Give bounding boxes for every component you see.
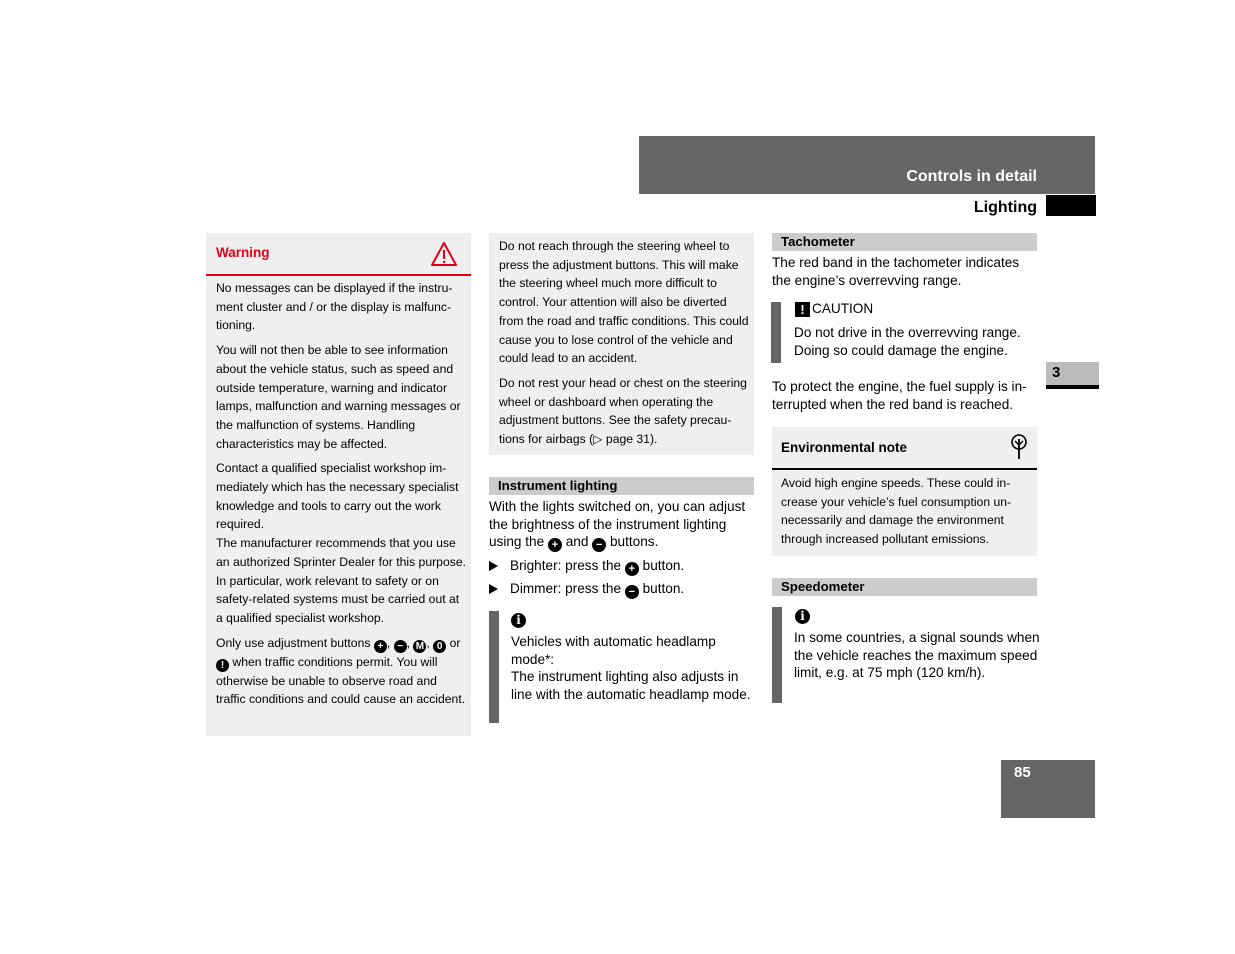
- tachometer-heading: Tachometer: [772, 233, 1037, 251]
- warning-paragraph: Contact a qualified specialist workshop …: [216, 461, 459, 532]
- warning-box: Warning No messages can be displayed if …: [206, 233, 471, 736]
- instrument-lighting-intro: With the lights switched on, you can adj…: [489, 499, 746, 552]
- chapter-number: 3: [1052, 364, 1061, 381]
- m-button-icon: M: [413, 639, 427, 653]
- section-marker: [1046, 195, 1096, 216]
- info-note-bar: [772, 607, 782, 703]
- environmental-note-box: Environmental note Avoid high engine spe…: [772, 427, 1037, 556]
- plus-button-icon: +: [373, 639, 387, 653]
- tachometer-fuel-text: To protect the engine, the fuel supply i…: [772, 379, 1027, 412]
- zero-button-icon: 0: [433, 639, 447, 653]
- speedometer-info: In some countries, a signal sounds when …: [794, 630, 1040, 680]
- info-icon: i: [511, 613, 526, 628]
- warning-continued-paragraph: Do not rest your head or chest on the st…: [499, 375, 747, 447]
- exclamation-icon: !: [795, 302, 810, 317]
- warning-header: Warning: [206, 233, 471, 276]
- section-title: Lighting: [973, 199, 1037, 216]
- phone-button-icon: !: [216, 658, 229, 672]
- environmental-note-title: Environmental note: [781, 440, 908, 455]
- environmental-note-text: Avoid high engine speeds. These could in…: [781, 476, 1012, 547]
- warning-triangle-icon: [431, 242, 457, 266]
- tachometer-text: The red band in the tachometer indicates…: [772, 255, 1020, 288]
- step-dimmer: Dimmer: press the − button.: [489, 580, 757, 599]
- warning-continued-box: Do not reach through the steering wheel …: [489, 233, 754, 455]
- instrument-lighting-heading: Instrument lighting: [489, 477, 754, 495]
- warning-title: Warning: [216, 245, 270, 260]
- warning-body: No messages can be displayed if the inst…: [216, 279, 466, 715]
- caution-text: Do not drive in the overrevving range. D…: [794, 325, 1021, 358]
- warning-continued-body: Do not reach through the steering wheel …: [499, 237, 749, 455]
- bullet-arrow-icon: [489, 584, 498, 594]
- minus-button-icon: −: [393, 639, 407, 653]
- warning-continued-paragraph: Do not reach through the steering wheel …: [499, 239, 749, 366]
- info-icon: i: [795, 609, 810, 624]
- plus-button-icon: +: [624, 562, 639, 576]
- info-note-bar: [489, 611, 499, 723]
- plus-button-icon: +: [547, 538, 562, 552]
- warning-paragraph: You will not then be able to see informa…: [216, 343, 461, 451]
- bullet-arrow-icon: [489, 561, 498, 571]
- warning-paragraph: The manufacturer recommends that you use…: [216, 536, 466, 625]
- warning-buttons-paragraph: Only use adjustment buttons +, −, M, 0 o…: [216, 635, 466, 707]
- environmental-note-header: Environmental note: [772, 427, 1037, 470]
- step-brighter: Brighter: press the + button.: [489, 557, 757, 576]
- tree-icon: [1011, 434, 1027, 459]
- instrument-lighting-info: Vehicles with automatic headlamp mode*: …: [511, 634, 751, 702]
- caution-heading: ! CAUTION: [795, 301, 873, 317]
- warning-paragraph: No messages can be displayed if the inst…: [216, 281, 453, 333]
- speedometer-heading: Speedometer: [772, 578, 1037, 596]
- page-number: 85: [1014, 764, 1031, 781]
- minus-button-icon: −: [592, 538, 607, 552]
- caution-bar: [771, 302, 781, 363]
- chapter-title: Controls in detail: [906, 168, 1037, 185]
- minus-button-icon: −: [624, 585, 639, 599]
